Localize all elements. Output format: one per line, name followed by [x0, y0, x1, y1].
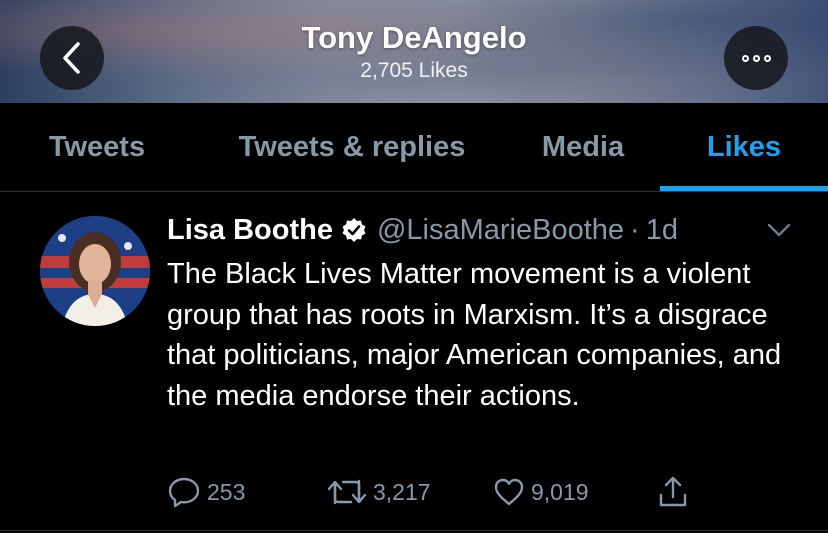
verified-badge-icon [342, 218, 366, 242]
avatar[interactable] [40, 216, 150, 326]
retweet-icon [327, 479, 367, 505]
reply-button[interactable]: 253 [167, 474, 245, 510]
avatar-image [40, 216, 150, 326]
like-count: 9,019 [531, 478, 589, 505]
profile-name: Tony DeAngelo [301, 20, 527, 55]
tweet-divider [0, 530, 828, 531]
header-title-block: Tony DeAngelo 2,705 Likes [0, 18, 828, 84]
tweet-actions: 253 3,217 9,019 [167, 474, 727, 510]
tab-likes[interactable]: Likes [660, 103, 828, 191]
likes-count: 2,705 Likes [360, 59, 468, 82]
separator-dot: · [630, 213, 640, 246]
tab-tweets[interactable]: Tweets [0, 103, 194, 191]
retweet-button[interactable]: 3,217 [327, 474, 431, 510]
tweet-text: The Black Lives Matter movement is a vio… [167, 258, 782, 412]
tweet-time[interactable]: 1d [646, 214, 678, 247]
chevron-down-icon[interactable] [766, 220, 792, 240]
tab-media[interactable]: Media [510, 103, 656, 191]
reply-count: 253 [207, 478, 246, 505]
tweet-header: Lisa Boothe @LisaMarieBoothe · 1d [167, 210, 678, 250]
tab-tweets-replies[interactable]: Tweets & replies [194, 103, 510, 191]
heart-icon [494, 478, 524, 506]
share-icon [659, 476, 687, 507]
like-button[interactable]: 9,019 [493, 474, 589, 510]
profile-tabs: Tweets Tweets & replies Media Likes [0, 103, 828, 192]
author-handle[interactable]: @LisaMarieBoothe [377, 214, 624, 247]
author-name[interactable]: Lisa Boothe [167, 214, 333, 247]
reply-icon [168, 477, 200, 508]
more-button[interactable] [724, 26, 788, 90]
retweet-count: 3,217 [373, 478, 431, 505]
active-tab-indicator [660, 186, 828, 191]
more-dots-icon [741, 54, 771, 62]
profile-header: Tony DeAngelo 2,705 Likes [0, 0, 828, 103]
share-button[interactable] [657, 474, 689, 510]
